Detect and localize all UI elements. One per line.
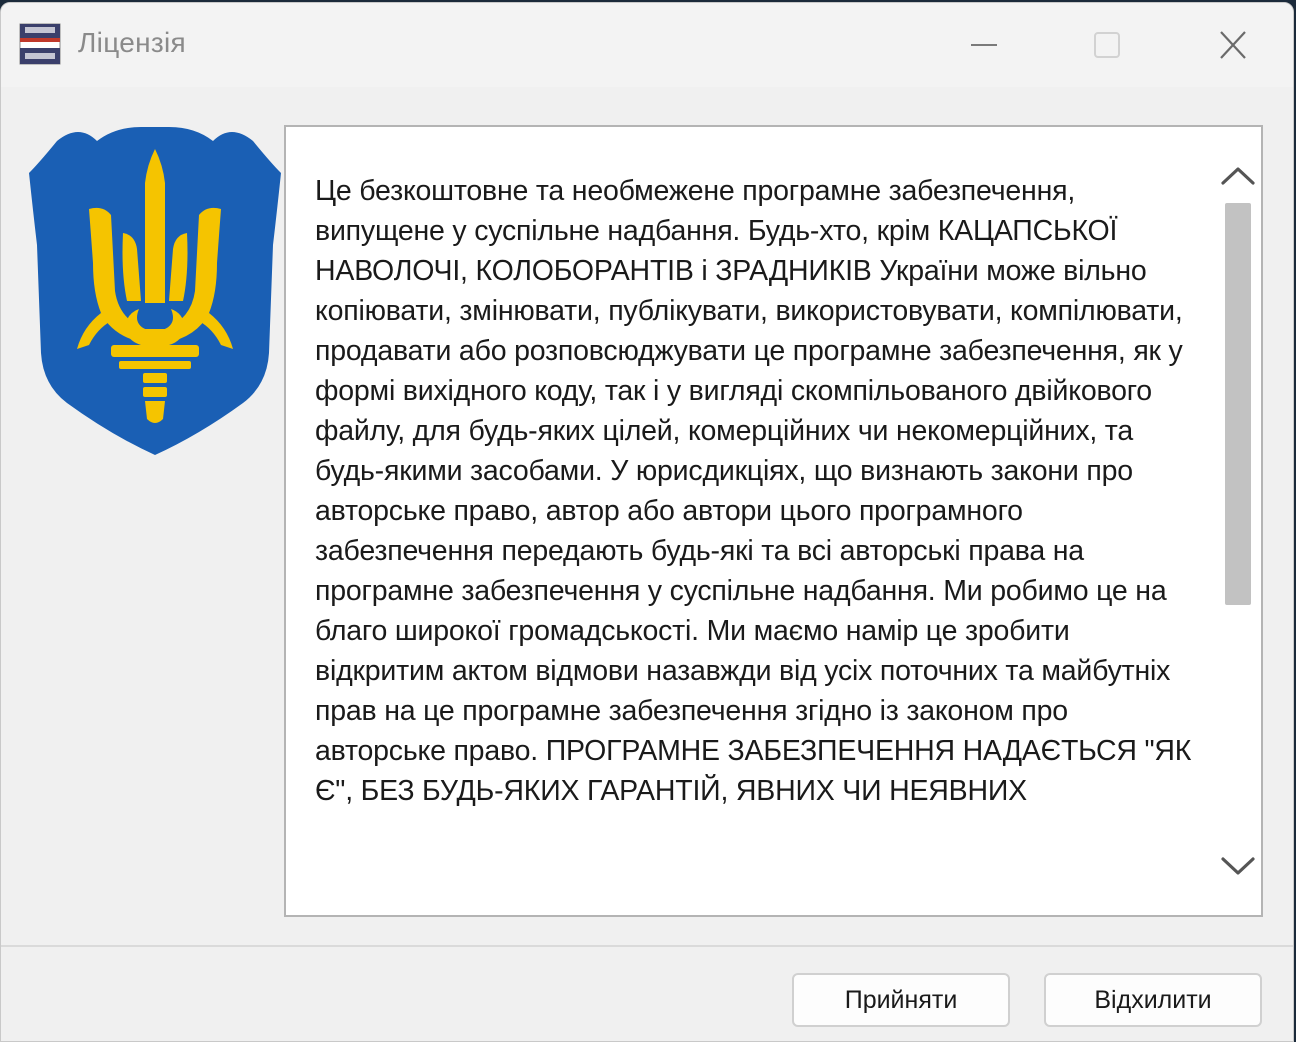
maximize-button[interactable]	[1076, 19, 1138, 71]
license-text-box[interactable]: Це безкоштовне та необмежене програмне з…	[284, 125, 1263, 917]
minimize-button[interactable]	[953, 19, 1015, 71]
vertical-scrollbar[interactable]	[1215, 127, 1261, 915]
close-button[interactable]	[1202, 19, 1264, 71]
maximize-icon	[1094, 32, 1120, 58]
license-text: Це безкоштовне та необмежене програмне з…	[315, 175, 1192, 807]
decline-button[interactable]: Відхилити	[1044, 973, 1262, 1027]
accept-button[interactable]: Прийняти	[792, 973, 1010, 1027]
close-icon	[1220, 31, 1246, 59]
license-dialog: Ліцензія Це безкоштовне та необмежене пр…	[0, 2, 1294, 1042]
minimize-icon	[971, 44, 997, 46]
title-bar[interactable]: Ліцензія	[1, 3, 1293, 87]
app-icon	[19, 23, 61, 65]
scroll-thumb[interactable]	[1225, 203, 1251, 605]
chevron-down-icon[interactable]	[1215, 839, 1261, 893]
trident-emblem	[29, 127, 281, 455]
window-title: Ліцензія	[78, 27, 186, 58]
chevron-up-icon[interactable]	[1215, 149, 1261, 203]
